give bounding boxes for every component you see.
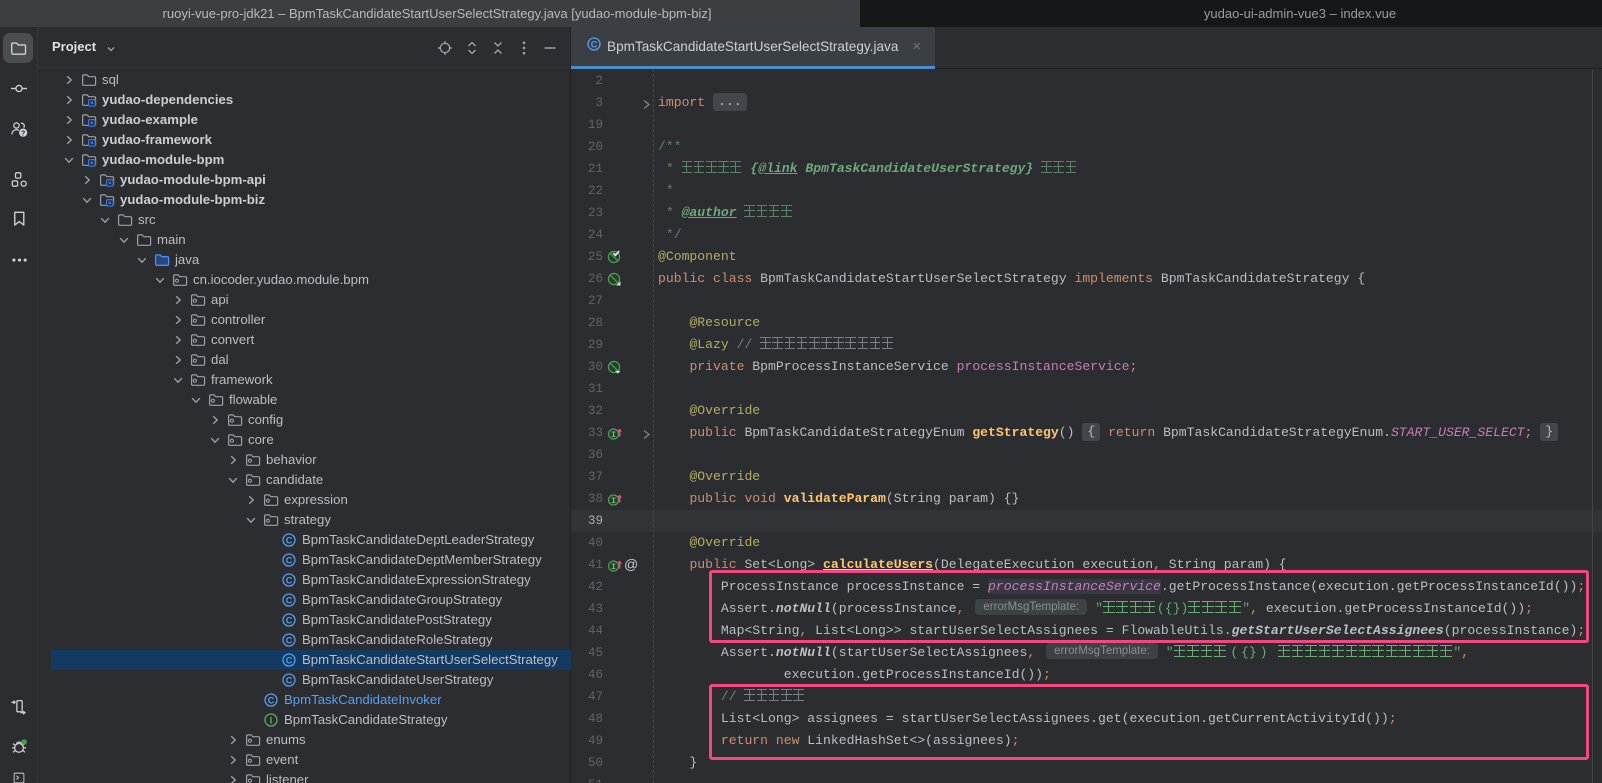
svg-text:C: C bbox=[286, 675, 293, 685]
svg-text:I: I bbox=[270, 715, 273, 725]
svg-text:C: C bbox=[286, 595, 293, 605]
svg-text:C: C bbox=[286, 555, 293, 565]
svg-text:C: C bbox=[286, 655, 293, 665]
svg-text:I: I bbox=[611, 496, 616, 506]
svg-text:C: C bbox=[268, 695, 275, 705]
svg-text:?: ? bbox=[21, 130, 25, 137]
svg-text:I: I bbox=[611, 562, 616, 572]
svg-text:C: C bbox=[286, 535, 293, 545]
svg-text:I: I bbox=[611, 430, 616, 440]
svg-text:C: C bbox=[591, 39, 598, 49]
svg-text:C: C bbox=[286, 575, 293, 585]
svg-text:C: C bbox=[286, 635, 293, 645]
svg-text:C: C bbox=[286, 615, 293, 625]
